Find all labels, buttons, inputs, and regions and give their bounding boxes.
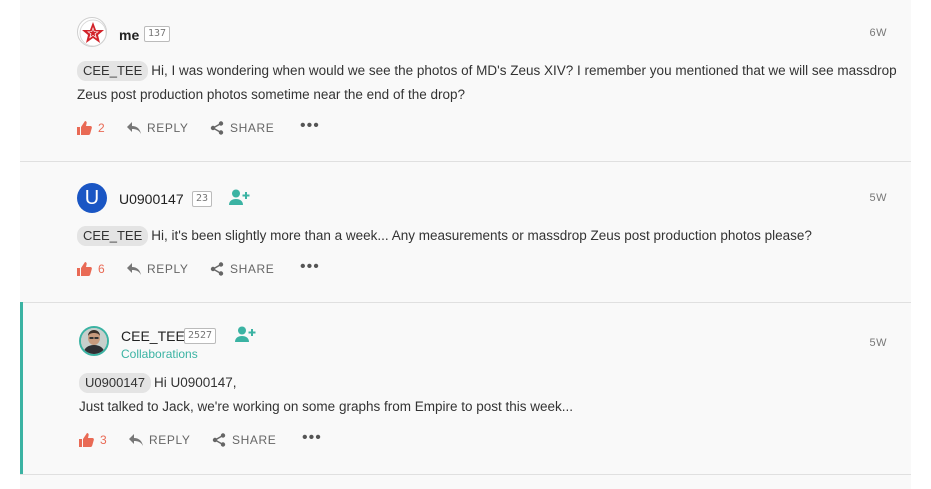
more-options-icon[interactable]: •••	[300, 258, 320, 276]
share-icon	[210, 121, 224, 135]
comment-1: me 137 6W CEE_TEE Hi, I was wondering whe…	[20, 0, 911, 161]
share-button[interactable]: SHARE	[212, 433, 276, 447]
like-count: 2	[98, 121, 106, 135]
share-label: SHARE	[230, 262, 275, 276]
user-avatar[interactable]	[79, 326, 109, 356]
share-icon	[210, 262, 224, 276]
share-label: SHARE	[232, 433, 277, 447]
comment-2: U U0900147 23 5W CEE_TEE Hi, it's been sl…	[20, 162, 911, 302]
comment-text: Hi, I was wondering when would we see th…	[77, 63, 897, 102]
comment-3: CEE_TEE 2527 Collaborations 5W U0900147 H…	[20, 303, 911, 474]
share-label: SHARE	[230, 121, 275, 135]
share-button[interactable]: SHARE	[210, 121, 274, 135]
comment-body: CEE_TEE Hi, it's been slightly more than …	[77, 224, 907, 248]
reply-button[interactable]: REPLY	[129, 433, 190, 447]
like-count: 3	[100, 433, 108, 447]
user-photo-icon	[81, 328, 107, 354]
more-options-icon[interactable]: •••	[302, 429, 322, 447]
follow-user-icon[interactable]	[235, 326, 257, 342]
user-avatar[interactable]	[77, 17, 107, 47]
share-button[interactable]: SHARE	[210, 262, 274, 276]
like-button[interactable]: 6	[77, 262, 105, 276]
mention-tag[interactable]: CEE_TEE	[77, 226, 149, 246]
comment-actions: 2 REPLY SHARE •••	[77, 117, 377, 139]
mention-tag[interactable]: U0900147	[79, 373, 151, 393]
like-count: 6	[98, 262, 106, 276]
comment-text-line1: Hi U0900147,	[154, 375, 237, 390]
timestamp: 6W	[869, 27, 887, 39]
thumbs-up-icon	[79, 433, 94, 447]
comment-actions: 3 REPLY SHARE •••	[79, 429, 379, 451]
reply-arrow-icon	[127, 263, 141, 275]
reply-label: REPLY	[147, 262, 189, 276]
like-button[interactable]: 2	[77, 121, 105, 135]
avatar-letter: U	[84, 187, 100, 209]
reply-arrow-icon	[129, 434, 143, 446]
comment-actions: 6 REPLY SHARE •••	[77, 258, 377, 280]
thumbs-up-icon	[77, 121, 92, 135]
reply-label: REPLY	[149, 433, 191, 447]
like-button[interactable]: 3	[79, 433, 107, 447]
user-role: Collaborations	[121, 347, 198, 361]
username[interactable]: U0900147	[119, 191, 184, 207]
follow-user-icon[interactable]	[229, 189, 251, 205]
share-icon	[212, 433, 226, 447]
reply-button[interactable]: REPLY	[127, 262, 188, 276]
user-avatar[interactable]: U	[77, 183, 107, 213]
reputation-badge: 137	[144, 26, 171, 42]
reputation-badge: 2527	[184, 328, 217, 344]
comment-body: U0900147 Hi U0900147, Just talked to Jack…	[79, 371, 909, 419]
reply-label: REPLY	[147, 121, 189, 135]
comment-text: Hi, it's been slightly more than a week.…	[151, 228, 812, 243]
comment-body: CEE_TEE Hi, I was wondering when would we…	[77, 59, 907, 107]
more-options-icon[interactable]: •••	[300, 117, 320, 135]
username[interactable]: CEE_TEE	[121, 328, 185, 344]
comment-thread: me 137 6W CEE_TEE Hi, I was wondering whe…	[20, 0, 911, 489]
timestamp: 5W	[869, 192, 887, 204]
reply-arrow-icon	[127, 122, 141, 134]
reply-button[interactable]: REPLY	[127, 121, 188, 135]
username[interactable]: me	[119, 27, 139, 43]
red-star-icon	[79, 19, 106, 46]
timestamp: 5W	[869, 337, 887, 349]
divider	[20, 474, 911, 475]
mention-tag[interactable]: CEE_TEE	[77, 61, 149, 81]
thumbs-up-icon	[77, 262, 92, 276]
comment-text-line2: Just talked to Jack, we're working on so…	[79, 399, 574, 414]
reputation-badge: 23	[192, 191, 213, 207]
